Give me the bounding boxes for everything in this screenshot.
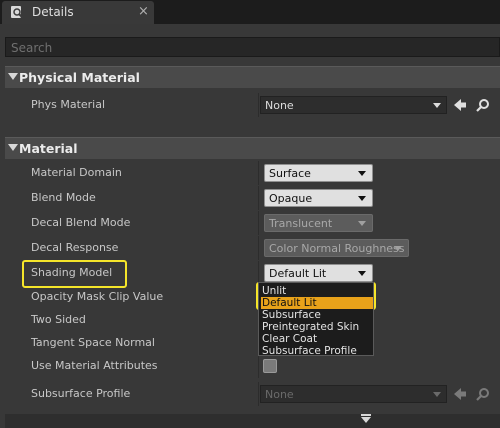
chevron-down-icon <box>394 246 402 251</box>
use-selected-arrow-icon <box>454 388 466 400</box>
subsurface-profile-picker: None <box>260 385 447 403</box>
phys-material-value: None <box>265 99 294 112</box>
close-tab-icon[interactable]: × <box>138 4 149 19</box>
row-label: Subsurface Profile <box>31 387 131 400</box>
dropdown-option-unlit[interactable]: Unlit <box>261 285 373 297</box>
row-decal-response: Decal Response Color Normal Roughness <box>5 236 500 260</box>
select-value: Default Lit <box>269 267 327 280</box>
select-value: Opaque <box>269 192 313 205</box>
row-two-sided: Two Sided <box>5 308 500 332</box>
decal-blend-mode-select: Translucent <box>264 214 373 232</box>
row-label: Two Sided <box>31 313 86 326</box>
dropdown-option-subsurface-profile[interactable]: Subsurface Profile <box>261 345 373 357</box>
row-phys-material: Phys Material None <box>5 93 500 117</box>
decal-response-select: Color Normal Roughness <box>264 239 409 257</box>
chevron-down-icon <box>358 221 366 226</box>
use-material-attributes-checkbox[interactable] <box>263 359 277 373</box>
chevron-down-icon <box>433 103 441 108</box>
column-divider <box>258 354 259 378</box>
column-divider <box>258 93 259 117</box>
column-divider <box>258 211 259 235</box>
dropdown-option-preintegrated-skin[interactable]: Preintegrated Skin <box>261 321 373 333</box>
tab-bar: Details × <box>0 0 500 24</box>
row-label: Use Material Attributes <box>31 359 158 372</box>
shading-model-select[interactable]: Default Lit <box>264 264 373 282</box>
column-divider <box>258 186 259 210</box>
row-label: Decal Blend Mode <box>31 216 131 229</box>
search-placeholder: Search <box>11 41 53 55</box>
category-title: Material <box>19 141 78 156</box>
shading-model-dropdown-list: Unlit Default Lit Subsurface Preintegrat… <box>258 282 374 357</box>
category-material[interactable]: Material <box>5 137 500 159</box>
dropdown-option-subsurface[interactable]: Subsurface <box>261 309 373 321</box>
column-divider <box>258 161 259 185</box>
row-label: Opacity Mask Clip Value <box>31 290 164 303</box>
row-label: Blend Mode <box>31 191 96 204</box>
row-decal-blend-mode: Decal Blend Mode Translucent <box>5 211 500 235</box>
category-physical-material[interactable]: Physical Material <box>5 66 500 88</box>
collapse-arrow-icon[interactable] <box>8 144 18 151</box>
row-label: Tangent Space Normal <box>31 336 155 349</box>
row-label: Phys Material <box>31 98 106 111</box>
phys-material-picker[interactable]: None <box>260 96 447 114</box>
browse-search-icon[interactable] <box>475 97 491 113</box>
row-label: Decal Response <box>31 241 119 254</box>
advanced-expand-bar[interactable] <box>5 414 500 428</box>
chevron-down-icon <box>358 271 366 276</box>
column-divider <box>258 382 259 406</box>
chevron-down-icon <box>358 171 366 176</box>
select-value: Translucent <box>269 217 333 230</box>
tab-title: Details <box>32 5 74 19</box>
column-divider <box>258 236 259 260</box>
expand-down-icon[interactable] <box>361 417 371 423</box>
select-value: Color Normal Roughness <box>269 242 405 255</box>
row-tangent-space-normal: Tangent Space Normal <box>5 331 500 355</box>
row-label: Material Domain <box>31 166 122 179</box>
collapse-arrow-icon[interactable] <box>8 73 18 80</box>
subsurface-profile-value: None <box>265 388 294 401</box>
row-material-domain: Material Domain Surface <box>5 161 500 185</box>
blend-mode-select[interactable]: Opaque <box>264 189 373 207</box>
details-magnifier-icon <box>11 6 24 19</box>
material-domain-select[interactable]: Surface <box>264 164 373 182</box>
dropdown-option-clear-coat[interactable]: Clear Coat <box>261 333 373 345</box>
row-opacity-mask-clip-value: Opacity Mask Clip Value <box>5 285 500 309</box>
row-subsurface-profile: Subsurface Profile None <box>5 382 500 406</box>
expand-line <box>361 414 371 416</box>
search-input[interactable]: Search <box>5 37 500 57</box>
tab-details[interactable]: Details × <box>2 1 154 24</box>
dropdown-option-default-lit[interactable]: Default Lit <box>261 297 373 309</box>
category-title: Physical Material <box>19 70 140 85</box>
chevron-down-icon <box>358 196 366 201</box>
row-blend-mode: Blend Mode Opaque <box>5 186 500 210</box>
row-use-material-attributes: Use Material Attributes <box>5 354 500 378</box>
select-value: Surface <box>269 167 311 180</box>
details-panel: Search Physical Material Phys Material N… <box>0 24 500 428</box>
use-selected-arrow-icon[interactable] <box>452 97 468 113</box>
browse-search-icon <box>476 388 489 401</box>
shading-model-label-highlight <box>22 260 127 288</box>
chevron-down-icon <box>433 392 441 397</box>
